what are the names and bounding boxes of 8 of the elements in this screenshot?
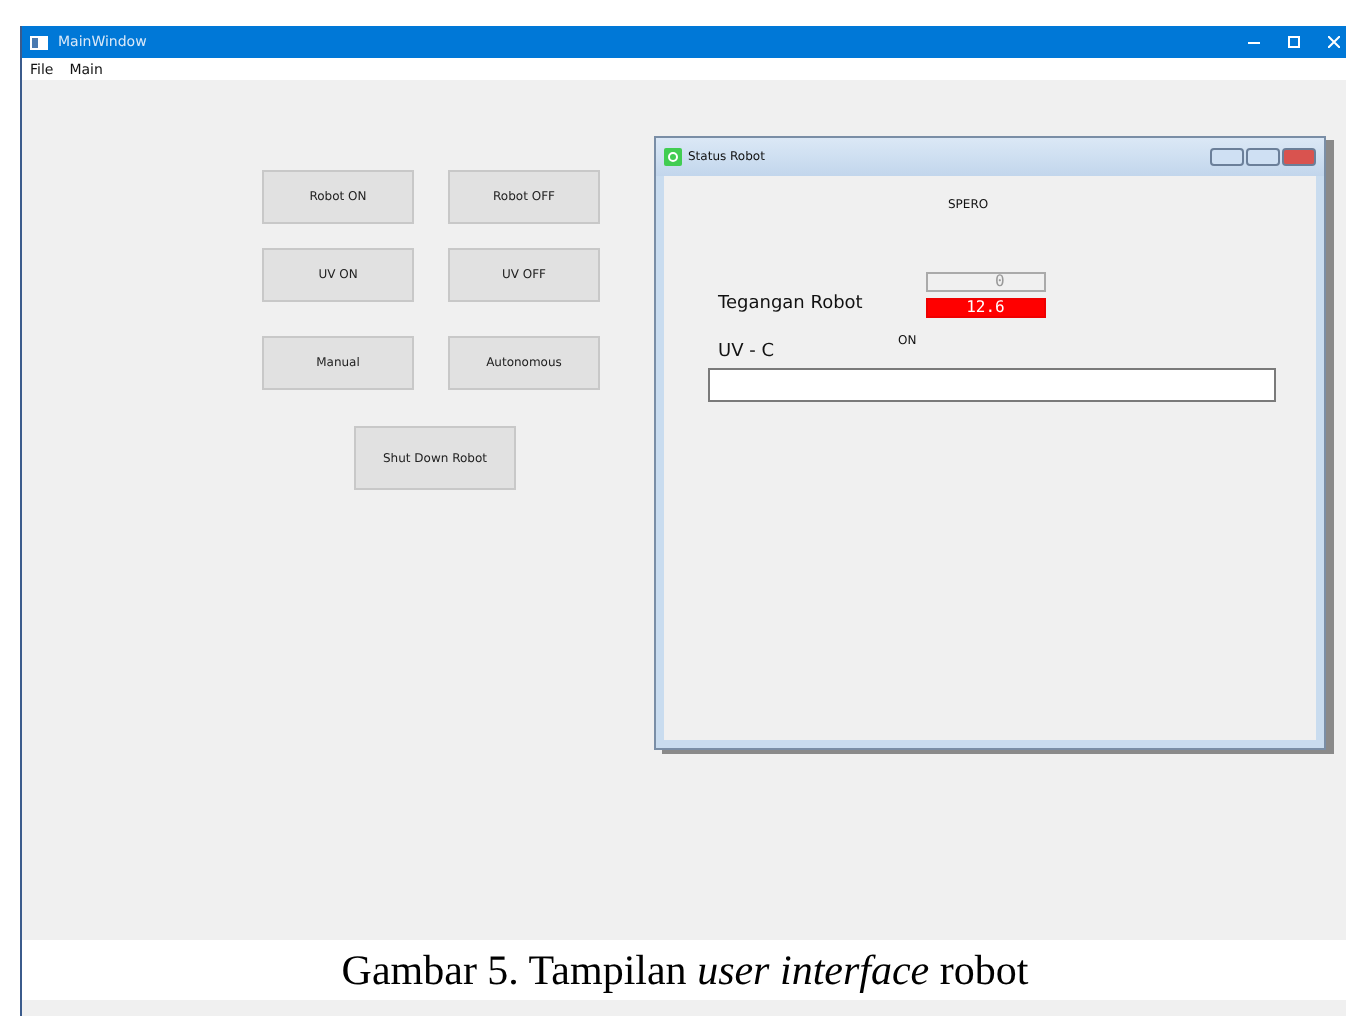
figure-caption: Gambar 5. Tampilan user interface robot xyxy=(341,945,1029,995)
window-icon xyxy=(30,35,48,49)
app-icon xyxy=(664,148,682,166)
lcd-display: 12.6 xyxy=(926,298,1047,318)
uv-label: UV - C xyxy=(718,342,774,362)
text-field[interactable] xyxy=(708,368,1276,402)
voltage-label: Tegangan Robot xyxy=(718,294,863,318)
lcd-display: 0 xyxy=(926,272,1047,292)
